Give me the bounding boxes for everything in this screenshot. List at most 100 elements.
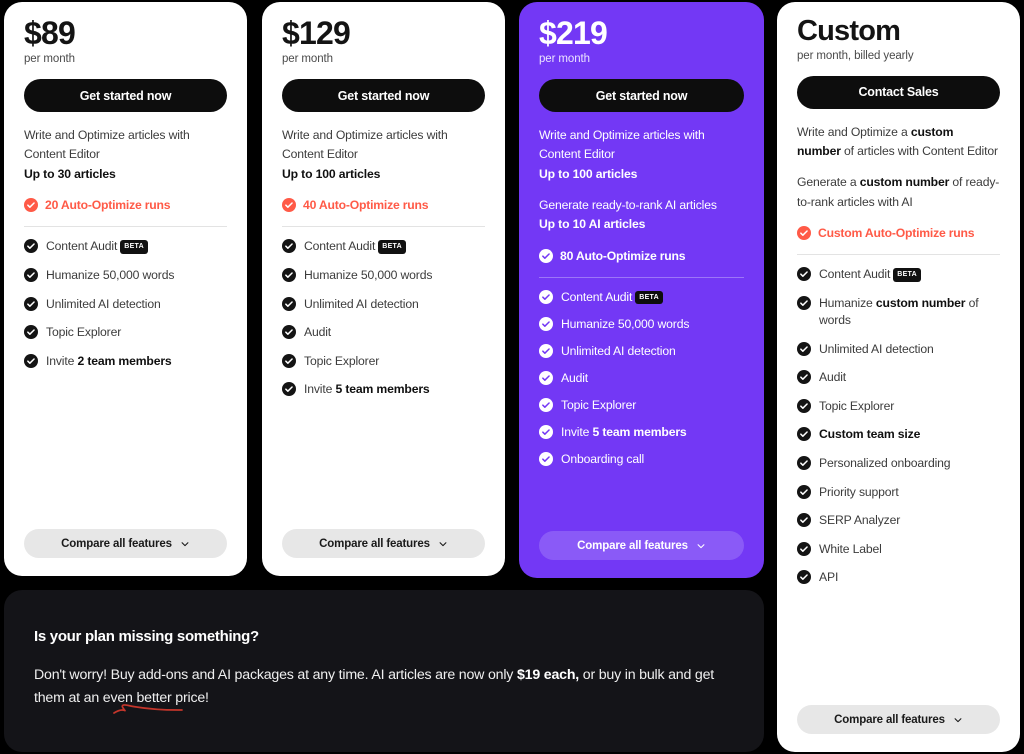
promo-body: Don't worry! Buy add-ons and AI packages… [34, 664, 734, 714]
feature-item: Topic Explorer [24, 324, 227, 341]
plan-price: Custom [797, 15, 901, 47]
feature-item: Content Audit BETA [282, 238, 485, 255]
beta-badge: BETA [120, 240, 148, 254]
accent-highlight-row: 80 Auto-Optimize runs [539, 248, 744, 264]
compare-all-features-button[interactable]: Compare all features [282, 529, 485, 558]
feature-label: Humanize 50,000 words [561, 317, 690, 332]
compare-all-features-button[interactable]: Compare all features [539, 531, 744, 560]
divider [282, 226, 485, 228]
check-circle-icon [539, 425, 553, 440]
addons-promo-box: Is your plan missing something? Don't wo… [4, 590, 764, 752]
compare-all-features-button[interactable]: Compare all features [797, 705, 1000, 734]
handdrawn-underline-icon [113, 704, 183, 714]
feature-item: Humanize custom number of words [797, 295, 1000, 329]
feature-label: White Label [819, 541, 882, 556]
check-circle-icon [24, 268, 38, 283]
check-circle-icon [797, 225, 811, 240]
check-circle-icon [539, 398, 553, 413]
pricing-card-pro: $219 per month Get started now Write and… [519, 2, 764, 578]
feature-label: SERP Analyzer [819, 513, 901, 528]
check-circle-icon [24, 239, 38, 254]
feature-label: Audit [819, 370, 847, 385]
promo-title: Is your plan missing something? [34, 628, 259, 645]
get-started-button[interactable]: Get started now [539, 79, 744, 113]
get-started-button[interactable]: Get started now [24, 79, 227, 113]
check-circle-icon [539, 344, 553, 359]
beta-badge: BETA [893, 268, 921, 282]
feature-label: Onboarding call [561, 452, 645, 467]
feature-item: Content Audit BETA [797, 266, 1000, 283]
promo-price-highlight: $19 each, [516, 667, 580, 683]
feature-item: Audit [797, 369, 1000, 386]
plan-period: per month [539, 53, 590, 66]
plan-description: Write and Optimize articles with Content… [539, 128, 705, 181]
pricing-page: $89 per month Get started now Write and … [0, 0, 1024, 754]
check-circle-icon [797, 398, 811, 413]
feature-label: Custom team size [819, 427, 921, 442]
feature-label: Humanize [819, 296, 876, 310]
check-circle-icon [797, 513, 811, 528]
plan-price: $129 [282, 15, 351, 51]
feature-item: Invite 5 team members [282, 381, 485, 398]
promo-body-prefix: Don't worry! Buy add-ons and AI packages… [34, 667, 517, 683]
feature-list: Content Audit BETA Humanize 50,000 words … [539, 289, 744, 479]
plan-description: Write and Optimize a custom number of ar… [797, 124, 998, 159]
accent-highlight-row: Custom Auto-Optimize runs [797, 225, 1000, 241]
compare-label: Compare all features [61, 537, 172, 550]
feature-label-bold: custom number [875, 296, 966, 310]
feature-item: Unlimited AI detection [797, 341, 1000, 358]
contact-sales-button[interactable]: Contact Sales [797, 75, 1000, 109]
feature-list: Content Audit BETA Humanize 50,000 words … [24, 238, 227, 381]
feature-label: Content Audit [304, 239, 376, 254]
check-circle-icon [539, 371, 553, 386]
feature-label: Personalized onboarding [819, 455, 951, 470]
check-circle-icon [797, 370, 811, 385]
feature-item: Invite 5 team members [539, 424, 744, 441]
feature-label: Unlimited AI detection [819, 341, 934, 356]
pricing-card-starter: $89 per month Get started now Write and … [4, 2, 247, 576]
feature-item: Topic Explorer [539, 397, 744, 414]
plan-period: per month [282, 53, 333, 66]
feature-label: Content Audit [46, 239, 118, 254]
check-circle-icon [282, 353, 296, 368]
feature-item: Topic Explorer [282, 353, 485, 370]
feature-item: Personalized onboarding [797, 455, 1000, 472]
compare-label: Compare all features [577, 539, 688, 552]
feature-item: Humanize 50,000 words [24, 267, 227, 284]
feature-label-bold: 2 team members [77, 353, 172, 368]
plan-period: per month [24, 53, 75, 66]
beta-badge: BETA [378, 240, 406, 254]
accent-label: 80 Auto-Optimize runs [560, 248, 686, 263]
feature-item: Content Audit BETA [539, 289, 744, 306]
feature-label: Topic Explorer [304, 353, 380, 368]
feature-item: Onboarding call [539, 451, 744, 468]
divider [24, 226, 227, 228]
accent-highlight-row: 20 Auto-Optimize runs [24, 197, 227, 213]
feature-label: Content Audit [561, 289, 633, 304]
check-circle-icon [797, 267, 811, 282]
plan-description-secondary: Generate a custom number of ready-to-ran… [797, 175, 1000, 209]
check-circle-icon [797, 427, 811, 442]
check-circle-icon [539, 248, 553, 263]
feature-label-bold: 5 team members [335, 382, 430, 397]
plan-period: per month, billed yearly [797, 49, 914, 62]
check-circle-icon [539, 317, 553, 332]
check-circle-icon [24, 353, 38, 368]
pricing-card-custom: Custom per month, billed yearly Contact … [777, 2, 1020, 752]
feature-label: Invite [304, 382, 336, 397]
feature-label: Humanize 50,000 words [46, 268, 175, 283]
feature-item: Unlimited AI detection [282, 296, 485, 313]
feature-item: Priority support [797, 484, 1000, 501]
feature-label: Unlimited AI detection [561, 344, 676, 359]
check-circle-icon [797, 296, 811, 310]
pricing-card-growth: $129 per month Get started now Write and… [262, 2, 505, 576]
feature-label: Content Audit [819, 267, 891, 282]
feature-label: Priority support [819, 484, 899, 499]
feature-item: White Label [797, 541, 1000, 558]
compare-all-features-button[interactable]: Compare all features [24, 529, 227, 558]
feature-list: Content Audit BETA Humanize 50,000 words … [282, 238, 485, 409]
check-circle-icon [797, 484, 811, 499]
get-started-button[interactable]: Get started now [282, 79, 485, 113]
chevron-down-icon [954, 717, 962, 722]
check-circle-icon [282, 197, 296, 212]
